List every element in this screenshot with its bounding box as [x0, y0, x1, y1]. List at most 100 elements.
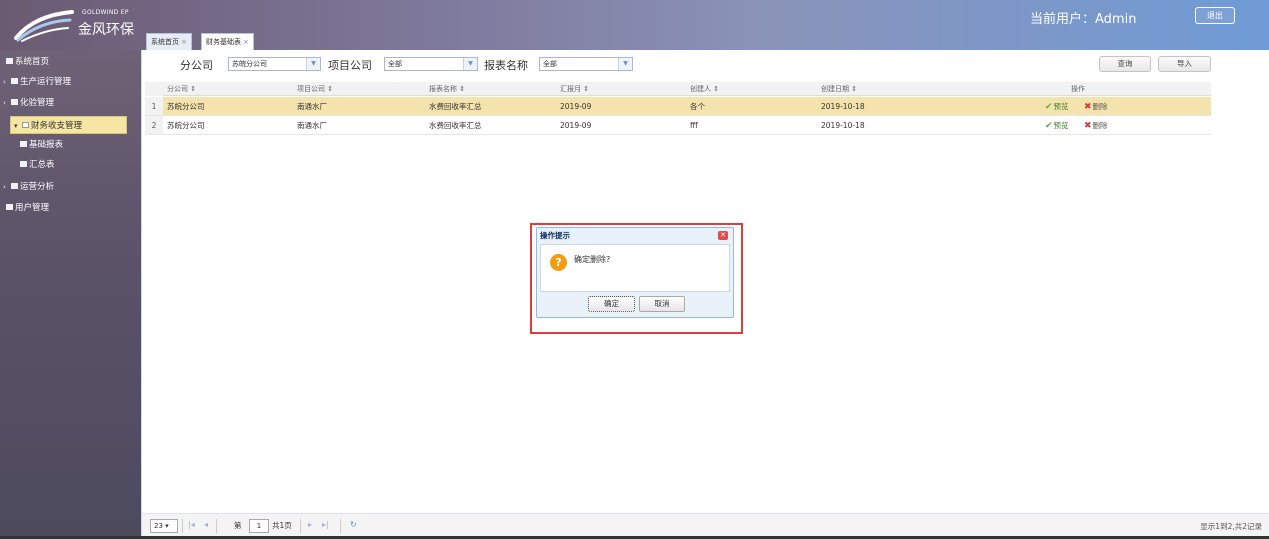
report-select[interactable]: 全部 ▼ — [539, 57, 633, 71]
tab-home[interactable]: 系统首页 × — [146, 33, 192, 50]
chevron-right-icon: › — [3, 99, 6, 107]
page-number-input[interactable]: 1 — [249, 519, 269, 533]
column-header-branch[interactable]: 分公司 ⇕ — [167, 82, 196, 96]
page-total: 共1页 — [272, 521, 292, 530]
sidebar-item-label: 生产运行管理 — [20, 77, 72, 87]
cancel-button[interactable]: 取消 — [639, 296, 685, 312]
column-header-label: 汇报月 — [560, 85, 581, 93]
delete-link[interactable]: ✖删除 — [1084, 97, 1108, 117]
sort-icon: ⇕ — [713, 85, 720, 93]
delete-link[interactable]: ✖删除 — [1084, 116, 1108, 136]
current-user-name: Admin — [1095, 12, 1137, 27]
column-header-creator[interactable]: 创建人 ⇕ — [690, 82, 719, 96]
confirm-button[interactable]: 确定 — [588, 296, 635, 312]
column-header-label: 创建人 — [690, 85, 711, 93]
preview-link[interactable]: ✔预览 — [1045, 97, 1069, 117]
logout-button[interactable]: 退出 — [1195, 7, 1235, 24]
import-button[interactable]: 导入 — [1158, 56, 1211, 72]
sidebar: 系统首页 › 生产运行管理 › 化验管理 ▾ 财务收支管理 基础报表 汇总表 › 运营分… — [0, 50, 141, 539]
current-user-label: 当前用户： — [1030, 12, 1096, 27]
cell-month: 2019-09 — [560, 102, 592, 111]
logo-chinese-text: 金风环保 — [78, 22, 134, 38]
cell-report: 水费回收率汇总 — [429, 121, 482, 130]
page-prefix: 第 — [234, 521, 242, 530]
table-row[interactable]: 1 苏皖分公司 南通水厂 水费回收率汇总 2019-09 各个 2019-10-… — [145, 97, 1211, 116]
dialog-title: 操作提示 — [540, 231, 570, 240]
prev-page-icon[interactable]: ◂ — [204, 520, 208, 529]
sidebar-item-analysis[interactable]: › 运营分析 — [0, 178, 141, 196]
delete-label: 删除 — [1092, 121, 1108, 130]
top-header: GOLDWIND EP 金风环保 当前用户：Admin 退出 系统首页 × 财务基… — [0, 0, 1269, 50]
sort-icon: ⇕ — [459, 85, 466, 93]
report-select-value: 全部 — [543, 60, 557, 68]
sidebar-item-label: 基础报表 — [29, 140, 64, 150]
cell-report: 水费回收率汇总 — [429, 102, 482, 111]
next-page-icon[interactable]: ▸ — [308, 520, 312, 529]
sort-icon: ⇕ — [190, 85, 197, 93]
column-header-report[interactable]: 报表名称 ⇕ — [429, 82, 465, 96]
project-select[interactable]: 全部 ▼ — [384, 57, 478, 71]
page-size-select[interactable]: 23 ▾ — [150, 519, 178, 533]
sidebar-item-users[interactable]: 用户管理 — [0, 199, 141, 217]
column-header-label: 创建日期 — [821, 85, 849, 93]
report-label: 报表名称 — [484, 59, 528, 72]
query-button[interactable]: 查询 — [1099, 56, 1151, 72]
check-icon: ✔ — [1045, 121, 1053, 131]
file-icon — [6, 57, 13, 64]
refresh-icon[interactable]: ↻ — [350, 520, 357, 529]
row-number-header — [145, 82, 163, 96]
first-page-icon[interactable]: |◂ — [188, 520, 195, 529]
sort-icon: ⇕ — [851, 85, 858, 93]
sidebar-item-summary[interactable]: 汇总表 — [0, 156, 141, 174]
column-header-label: 分公司 — [167, 85, 188, 93]
chevron-down-icon[interactable]: ▼ — [618, 58, 632, 70]
cell-date: 2019-10-18 — [821, 121, 865, 130]
pager-divider — [300, 519, 301, 533]
row-number: 2 — [145, 116, 163, 134]
chevron-down-icon[interactable]: ▼ — [463, 58, 477, 70]
preview-link[interactable]: ✔预览 — [1045, 116, 1069, 136]
logo-english-text: GOLDWIND EP — [82, 9, 129, 16]
column-header-label: 项目公司 — [297, 85, 325, 93]
cell-branch: 苏皖分公司 — [167, 102, 205, 111]
confirm-dialog: 操作提示 ✕ ? 确定删除? 确定 取消 — [536, 227, 734, 318]
filter-bar: 分公司 苏皖分公司 ▼ 项目公司 全部 ▼ 报表名称 全部 ▼ 查询 导入 — [142, 50, 1269, 78]
preview-label: 预览 — [1053, 102, 1069, 111]
delete-label: 删除 — [1092, 102, 1108, 111]
chevron-down-icon: ▾ — [14, 122, 18, 130]
chevron-down-icon[interactable]: ▼ — [306, 58, 320, 70]
pager-divider — [182, 519, 183, 533]
cell-project: 南通水厂 — [297, 102, 327, 111]
project-select-value: 全部 — [388, 60, 402, 68]
sidebar-item-home[interactable]: 系统首页 — [0, 53, 141, 71]
tab-finance-basic-label: 财务基础表 — [206, 38, 241, 46]
sidebar-item-label: 汇总表 — [29, 160, 55, 170]
tab-close-icon[interactable]: × — [243, 38, 249, 46]
sidebar-item-finance[interactable]: ▾ 财务收支管理 — [10, 116, 127, 134]
folder-icon — [11, 182, 18, 189]
cell-project: 南通水厂 — [297, 121, 327, 130]
table-row[interactable]: 2 苏皖分公司 南通水厂 水费回收率汇总 2019-09 fff 2019-10… — [145, 116, 1211, 135]
question-icon: ? — [550, 254, 567, 271]
chevron-right-icon: › — [3, 183, 6, 191]
last-page-icon[interactable]: ▸| — [322, 520, 329, 529]
sidebar-item-basic-report[interactable]: 基础报表 — [0, 136, 141, 154]
sidebar-item-label: 化验管理 — [20, 98, 55, 108]
tab-finance-basic[interactable]: 财务基础表 × — [201, 33, 254, 50]
column-header-project[interactable]: 项目公司 ⇕ — [297, 82, 333, 96]
dialog-body: ? 确定删除? — [540, 244, 730, 292]
sidebar-item-label: 系统首页 — [15, 57, 50, 67]
branch-select[interactable]: 苏皖分公司 ▼ — [228, 57, 321, 71]
project-label: 项目公司 — [328, 59, 372, 72]
sidebar-item-lab[interactable]: › 化验管理 — [0, 94, 141, 112]
logo-wave-icon — [14, 10, 74, 42]
delete-icon: ✖ — [1084, 121, 1092, 131]
close-icon[interactable]: ✕ — [718, 231, 728, 240]
column-header-month[interactable]: 汇报月 ⇕ — [560, 82, 589, 96]
column-header-date[interactable]: 创建日期 ⇕ — [821, 82, 857, 96]
dialog-message: 确定删除? — [574, 255, 611, 264]
tab-close-icon[interactable]: × — [181, 38, 187, 46]
cell-creator: fff — [690, 121, 698, 130]
sidebar-item-production[interactable]: › 生产运行管理 — [0, 73, 141, 91]
column-header-label: 报表名称 — [429, 85, 457, 93]
